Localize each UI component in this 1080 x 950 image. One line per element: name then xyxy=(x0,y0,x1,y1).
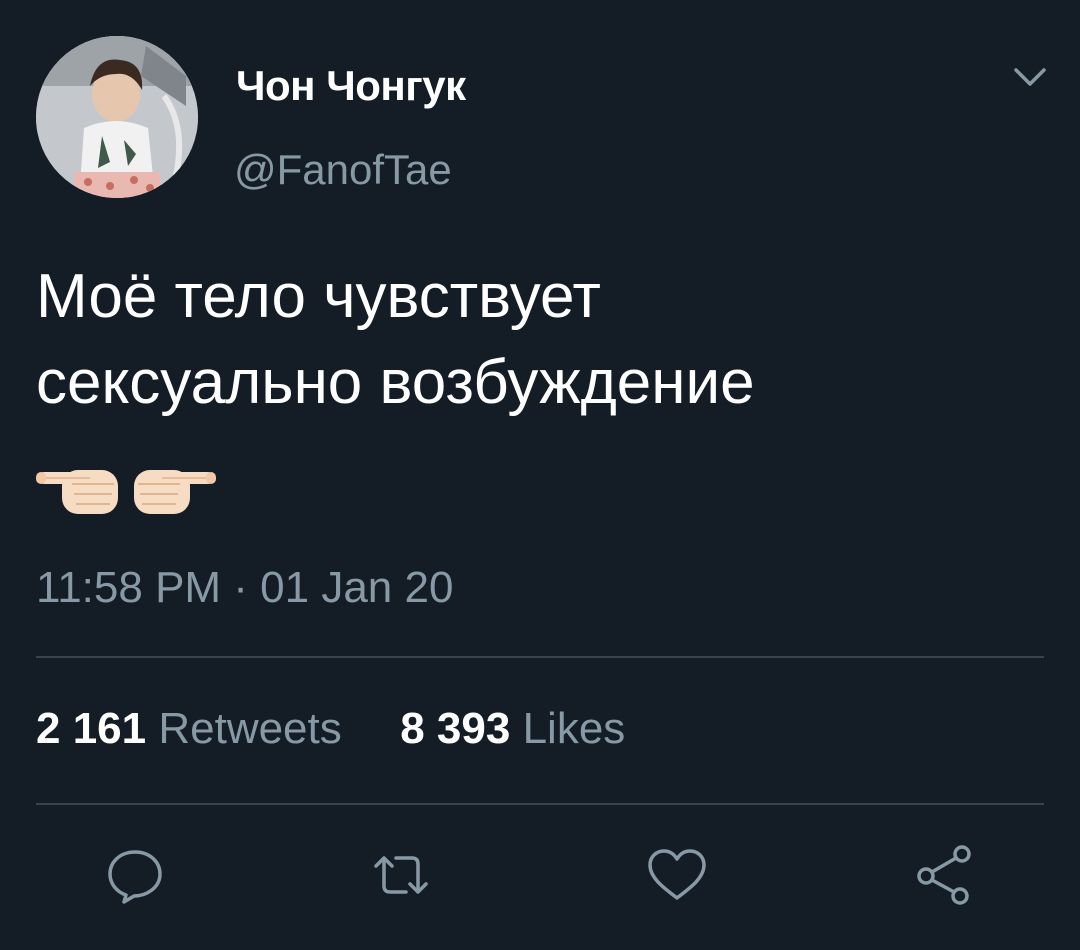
divider xyxy=(36,656,1044,658)
divider xyxy=(36,803,1044,805)
tweet-stats: 2 161 Retweets 8 393 Likes xyxy=(36,704,625,754)
retweets-label[interactable]: Retweets xyxy=(158,704,341,753)
chevron-down-icon[interactable] xyxy=(1010,62,1050,92)
tweet-timestamp[interactable]: 11:58 PM · 01 Jan 20 xyxy=(36,563,453,613)
likes-label[interactable]: Likes xyxy=(523,704,626,753)
like-icon[interactable] xyxy=(642,840,712,910)
share-icon[interactable] xyxy=(908,840,978,910)
tweet-emoji xyxy=(36,452,216,522)
avatar[interactable] xyxy=(36,36,198,198)
tweet-action-bar xyxy=(0,840,1080,910)
pointing-left-hand-icon xyxy=(36,452,120,522)
tweet-text-line: сексуально возбуждение xyxy=(36,348,755,417)
author-handle[interactable]: @FanofTae xyxy=(234,146,452,194)
tweet-text-line: Моё тело чувствует xyxy=(36,262,601,331)
author-display-name[interactable]: Чон Чонгук xyxy=(236,62,466,110)
tweet-text: Моё тело чувствует сексуально возбуждени… xyxy=(36,254,1046,426)
reply-icon[interactable] xyxy=(100,840,170,910)
retweets-count[interactable]: 2 161 xyxy=(36,704,146,753)
pointing-right-hand-icon xyxy=(132,452,216,522)
retweet-icon[interactable] xyxy=(366,840,436,910)
likes-count[interactable]: 8 393 xyxy=(400,704,510,753)
